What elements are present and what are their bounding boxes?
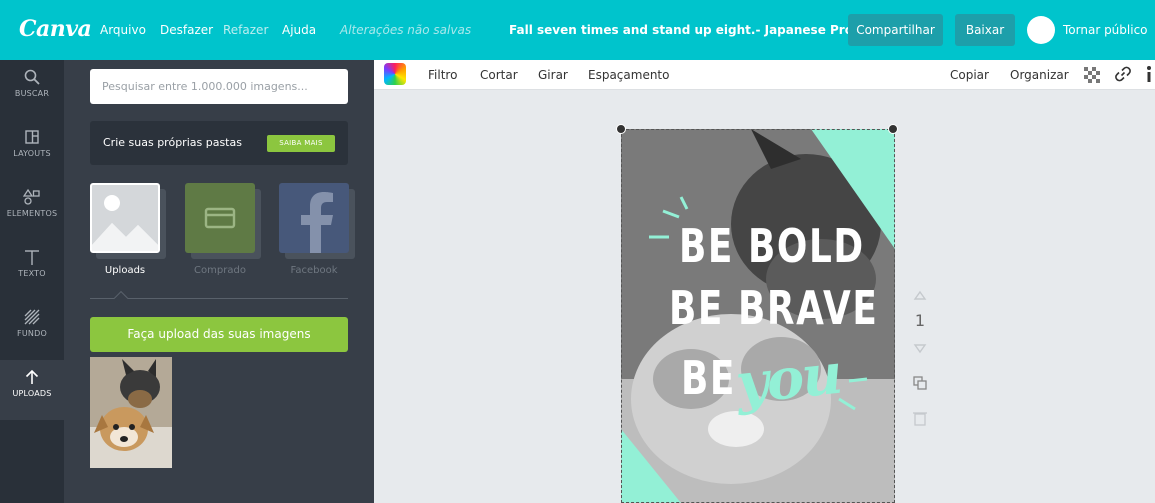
left-rail: BUSCAR LAYOUTS ELEMENTOS TEXTO FUNDO UPL… (0, 60, 64, 503)
upload-images-button[interactable]: Faça upload das suas imagens (90, 317, 348, 352)
rail-item-elements[interactable]: ELEMENTOS (0, 180, 64, 240)
copy-button[interactable]: Copiar (950, 68, 989, 82)
source-label-facebook[interactable]: Facebook (274, 265, 354, 276)
purchased-card (185, 183, 255, 253)
credit-card-icon (204, 207, 236, 229)
design-page[interactable]: BE BOLD BE BRAVE BE you (621, 129, 895, 503)
layouts-icon (25, 130, 39, 144)
background-icon (24, 309, 40, 325)
rail-label: ELEMENTOS (6, 209, 58, 218)
rail-label: UPLOADS (12, 389, 52, 398)
menu-help[interactable]: Ajuda (282, 23, 316, 37)
info-icon[interactable] (1145, 65, 1153, 83)
resize-handle-top-right[interactable] (888, 124, 898, 134)
color-picker-swatch[interactable] (384, 63, 406, 85)
make-public-label[interactable]: Tornar público (1063, 23, 1148, 37)
facebook-icon (301, 192, 333, 253)
quote-line-2[interactable]: BE BRAVE (669, 281, 878, 335)
rail-item-layouts[interactable]: LAYOUTS (0, 120, 64, 180)
move-page-down-icon[interactable] (908, 342, 932, 354)
edit-toolbar: Filtro Cortar Girar Espaçamento Copiar O… (374, 60, 1155, 90)
menu-file[interactable]: Arquivo (100, 23, 146, 37)
link-icon[interactable] (1115, 66, 1131, 82)
shapes-icon (23, 188, 40, 205)
uploaded-image-thumbnail[interactable] (90, 357, 172, 468)
rail-label: LAYOUTS (13, 149, 51, 158)
source-label-purchased[interactable]: Comprado (180, 265, 260, 276)
rail-label: BUSCAR (14, 89, 50, 98)
uploads-panel: Crie suas próprias pastas SAIBA MAIS Upl… (64, 60, 374, 503)
download-button[interactable]: Baixar (955, 14, 1015, 46)
source-label-uploads[interactable]: Uploads (85, 265, 165, 276)
crop-button[interactable]: Cortar (480, 68, 518, 82)
move-page-up-icon[interactable] (908, 290, 932, 302)
menu-redo[interactable]: Refazer (223, 23, 268, 37)
rail-label: FUNDO (17, 329, 47, 338)
source-uploads[interactable] (90, 183, 166, 259)
unsaved-status: Alterações não salvas (340, 23, 472, 37)
folders-promo-text: Crie suas próprias pastas (103, 136, 242, 149)
source-purchased[interactable] (185, 183, 261, 259)
rail-item-search[interactable]: BUSCAR (0, 60, 64, 120)
rail-item-uploads[interactable]: UPLOADS (0, 360, 64, 420)
rail-label: TEXTO (18, 269, 46, 278)
image-placeholder-icon (92, 195, 158, 251)
page-number: 1 (914, 311, 926, 330)
canva-logo[interactable]: Canva (19, 16, 92, 42)
quote-accent-word[interactable]: you (733, 341, 844, 418)
source-facebook[interactable] (279, 183, 355, 259)
text-icon (25, 250, 39, 265)
uploads-card (90, 183, 160, 253)
dogs-photo (90, 357, 172, 468)
source-divider (90, 298, 348, 299)
search-icon (24, 69, 40, 85)
folders-promo: Crie suas próprias pastas SAIBA MAIS (90, 121, 348, 165)
rail-item-background[interactable]: FUNDO (0, 300, 64, 360)
top-bar: Canva Arquivo Desfazer Refazer Ajuda Alt… (0, 0, 1155, 60)
arrange-button[interactable]: Organizar (1010, 68, 1069, 82)
public-toggle[interactable] (1027, 16, 1055, 44)
share-button[interactable]: Compartilhar (848, 14, 943, 46)
active-source-indicator (113, 290, 129, 306)
delete-page-icon[interactable] (908, 410, 932, 426)
spacing-button[interactable]: Espaçamento (588, 68, 669, 82)
resize-handle-top-left[interactable] (616, 124, 626, 134)
learn-more-button[interactable]: SAIBA MAIS (267, 135, 335, 152)
document-title[interactable]: Fall seven times and stand up eight.- Ja… (509, 23, 883, 37)
upload-arrow-icon (25, 369, 39, 384)
image-search-input[interactable] (90, 69, 348, 104)
rotate-button[interactable]: Girar (538, 68, 568, 82)
quote-line-3[interactable]: BE (681, 351, 736, 405)
duplicate-page-icon[interactable] (908, 375, 932, 391)
rail-item-text[interactable]: TEXTO (0, 240, 64, 300)
menu-undo[interactable]: Desfazer (160, 23, 213, 37)
facebook-card (279, 183, 349, 253)
filter-button[interactable]: Filtro (428, 68, 457, 82)
transparency-icon[interactable] (1084, 67, 1100, 83)
quote-line-1[interactable]: BE BOLD (679, 219, 865, 273)
